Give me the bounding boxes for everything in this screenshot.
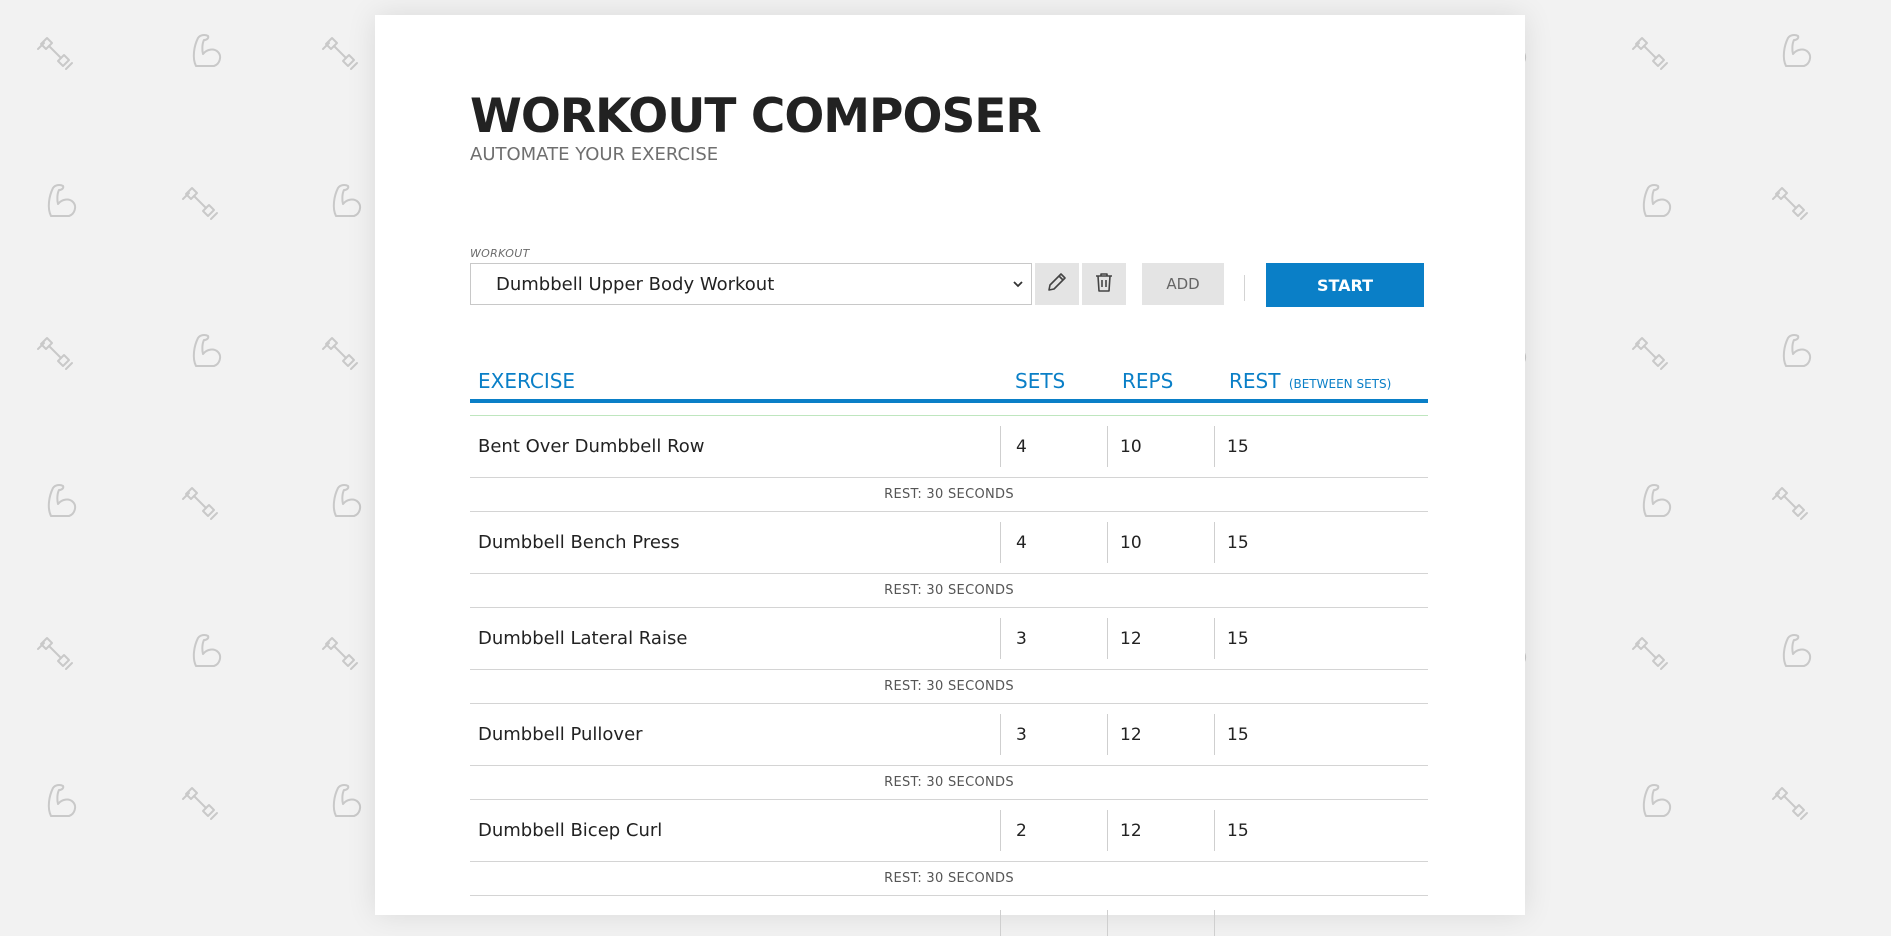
exercise-name[interactable]: Dumbbell Pullover — [478, 704, 643, 765]
rest-interval: REST: 30 SECONDS — [470, 766, 1428, 800]
page-title: WORKOUT COMPOSER — [470, 89, 1042, 144]
header: WORKOUT COMPOSER AUTOMATE YOUR EXERCISE — [470, 89, 1042, 165]
exercise-sets[interactable]: 3 — [1000, 714, 1027, 755]
exercise-reps[interactable]: 10 — [1107, 426, 1142, 467]
flexed-bicep-icon — [186, 28, 230, 72]
exercise-rest[interactable]: 15 — [1214, 618, 1249, 659]
exercise-name[interactable]: Dumbbell Lateral Raise — [478, 608, 687, 669]
column-divider — [1214, 910, 1215, 936]
trash-icon — [1092, 270, 1116, 298]
page-subtitle: AUTOMATE YOUR EXERCISE — [470, 144, 719, 165]
exercise-sets[interactable]: 4 — [1000, 522, 1027, 563]
dumbbell-icon — [178, 780, 222, 824]
exercise-sets[interactable]: 4 — [1000, 426, 1027, 467]
dumbbell-icon — [1628, 330, 1672, 374]
exercise-reps[interactable]: 12 — [1107, 810, 1142, 851]
exercise-sets[interactable]: 3 — [1000, 618, 1027, 659]
flexed-bicep-icon — [326, 178, 370, 222]
exercise-row-partial — [470, 896, 1428, 936]
exercise-sets[interactable]: 2 — [1000, 810, 1027, 851]
dumbbell-icon — [1768, 180, 1812, 224]
flexed-bicep-icon — [1636, 778, 1680, 822]
rest-interval: REST: 30 SECONDS — [470, 670, 1428, 704]
dumbbell-icon — [318, 630, 362, 674]
flexed-bicep-icon — [186, 328, 230, 372]
exercise-rest[interactable]: 15 — [1214, 714, 1249, 755]
pencil-icon — [1045, 270, 1069, 298]
flexed-bicep-icon — [41, 778, 85, 822]
column-header-reps: REPS — [1122, 369, 1174, 393]
dumbbell-icon — [33, 630, 77, 674]
composer-card: WORKOUT COMPOSER AUTOMATE YOUR EXERCISE … — [375, 15, 1525, 936]
toolbar-divider — [1244, 275, 1245, 301]
column-divider — [1000, 910, 1001, 936]
exercise-row[interactable]: Dumbbell Lateral Raise 3 12 15 — [470, 608, 1428, 670]
exercise-name[interactable]: Dumbbell Bench Press — [478, 512, 680, 573]
exercise-table: EXERCISE SETS REPS REST (BETWEEN SETS) B… — [470, 365, 1428, 936]
rest-interval: REST: 30 SECONDS — [470, 862, 1428, 896]
add-workout-button[interactable]: ADD — [1142, 263, 1224, 305]
exercise-name[interactable]: Dumbbell Bicep Curl — [478, 800, 662, 861]
exercise-row[interactable]: Dumbbell Bench Press 4 10 15 — [470, 512, 1428, 574]
dumbbell-icon — [1628, 30, 1672, 74]
dumbbell-icon — [318, 330, 362, 374]
workout-select[interactable]: Dumbbell Upper Body Workout — [470, 263, 1032, 305]
chevron-down-icon — [1009, 275, 1027, 293]
column-divider — [1107, 910, 1108, 936]
dumbbell-icon — [1768, 780, 1812, 824]
dumbbell-icon — [178, 180, 222, 224]
exercise-rest[interactable]: 15 — [1214, 426, 1249, 467]
exercise-reps[interactable]: 12 — [1107, 618, 1142, 659]
column-header-rest-label: REST — [1229, 369, 1281, 393]
dumbbell-icon — [33, 30, 77, 74]
exercise-reps[interactable]: 10 — [1107, 522, 1142, 563]
exercise-row[interactable]: Dumbbell Pullover 3 12 15 — [470, 704, 1428, 766]
exercise-reps[interactable]: 12 — [1107, 714, 1142, 755]
exercise-rest[interactable]: 15 — [1214, 522, 1249, 563]
exercise-table-header: EXERCISE SETS REPS REST (BETWEEN SETS) — [470, 365, 1428, 403]
start-workout-button[interactable]: START — [1266, 263, 1424, 307]
dumbbell-icon — [33, 330, 77, 374]
flexed-bicep-icon — [326, 778, 370, 822]
exercise-row[interactable]: Bent Over Dumbbell Row 4 10 15 — [470, 416, 1428, 478]
rest-interval: REST: 30 SECONDS — [470, 478, 1428, 512]
column-header-sets: SETS — [1015, 369, 1066, 393]
exercise-rest[interactable]: 15 — [1214, 810, 1249, 851]
column-header-exercise: EXERCISE — [478, 369, 576, 393]
flexed-bicep-icon — [186, 628, 230, 672]
delete-workout-button[interactable] — [1082, 263, 1126, 305]
dumbbell-icon — [318, 30, 362, 74]
flexed-bicep-icon — [1776, 328, 1820, 372]
workout-select-label: WORKOUT — [470, 247, 530, 260]
column-header-rest-sub: (BETWEEN SETS) — [1288, 377, 1392, 391]
flexed-bicep-icon — [326, 478, 370, 522]
workout-controls: WORKOUT Dumbbell Upper Body Workout ADD … — [470, 247, 1428, 322]
dumbbell-icon — [1628, 630, 1672, 674]
edit-workout-button[interactable] — [1035, 263, 1079, 305]
exercise-row[interactable]: Dumbbell Bicep Curl 2 12 15 — [470, 800, 1428, 862]
flexed-bicep-icon — [1636, 178, 1680, 222]
rest-interval: REST: 30 SECONDS — [470, 574, 1428, 608]
flexed-bicep-icon — [41, 178, 85, 222]
flexed-bicep-icon — [1776, 28, 1820, 72]
flexed-bicep-icon — [41, 478, 85, 522]
dumbbell-icon — [1768, 480, 1812, 524]
column-header-rest: REST (BETWEEN SETS) — [1229, 369, 1391, 393]
flexed-bicep-icon — [1636, 478, 1680, 522]
flexed-bicep-icon — [1776, 628, 1820, 672]
workout-select-value: Dumbbell Upper Body Workout — [496, 273, 775, 295]
exercise-name[interactable]: Bent Over Dumbbell Row — [478, 416, 705, 477]
dumbbell-icon — [178, 480, 222, 524]
